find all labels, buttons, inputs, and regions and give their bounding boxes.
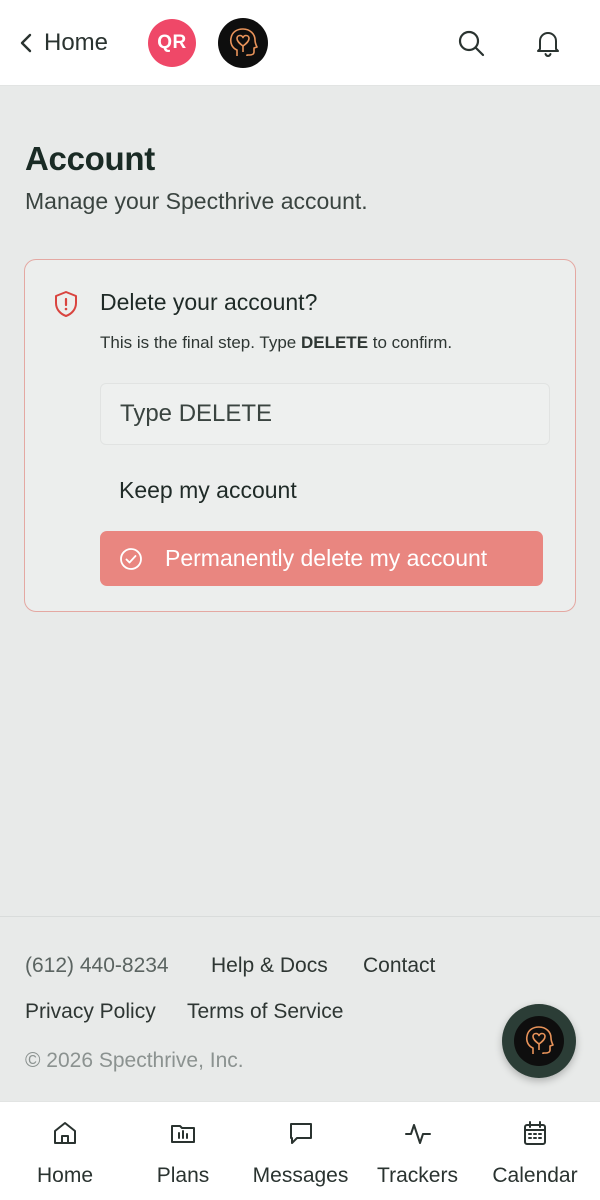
head-heart-icon (229, 28, 258, 56)
delete-confirm-input[interactable] (100, 383, 550, 445)
back-home-button[interactable]: Home (18, 24, 108, 62)
top-bar: Home QR (0, 0, 600, 86)
nav-home[interactable]: Home (20, 1102, 110, 1200)
check-circle-icon (120, 547, 142, 570)
footer-copyright: © 2026 Specthrive, Inc. (25, 1049, 244, 1072)
activity-icon (404, 1124, 431, 1144)
nav-messages[interactable]: Messages (243, 1102, 358, 1200)
folder-chart-icon (171, 1125, 195, 1143)
page-subtitle: Manage your Specthrive account. (25, 188, 368, 214)
chevron-left-icon (20, 33, 32, 53)
nav-home-label: Home (36, 1164, 94, 1187)
nav-calendar[interactable]: Calendar (485, 1102, 585, 1200)
footer-contact-link[interactable]: Contact (363, 954, 435, 978)
permanently-delete-button[interactable]: Permanently delete my account (100, 531, 543, 586)
calendar-icon (524, 1121, 546, 1145)
card-title: Delete your account? (100, 289, 318, 315)
bell-icon (537, 32, 559, 58)
nav-plans-label: Plans (156, 1164, 210, 1187)
assistant-fab[interactable] (502, 1004, 576, 1078)
desc-keyword: DELETE (300, 333, 369, 352)
fab-logo (514, 1016, 564, 1066)
footer-help-link[interactable]: Help & Docs (211, 954, 328, 978)
qr-badge[interactable]: QR (148, 19, 196, 67)
search-button[interactable] (454, 26, 488, 60)
footer-phone-link[interactable]: (612) 440-8234 (25, 954, 169, 978)
desc-suffix: to confirm. (368, 333, 453, 352)
delete-account-card: Delete your account? This is the final s… (24, 259, 576, 612)
desc-prefix: This is the final step. Type (100, 333, 301, 352)
nav-trackers[interactable]: Trackers (370, 1102, 465, 1200)
nav-plans[interactable]: Plans (138, 1102, 228, 1200)
chat-bubble-icon (289, 1123, 312, 1144)
keep-account-button[interactable]: Keep my account (100, 462, 400, 518)
nav-trackers-label: Trackers (377, 1164, 458, 1187)
card-description: This is the final step. Type DELETE to c… (100, 333, 452, 353)
notifications-button[interactable] (531, 26, 565, 60)
nav-calendar-label: Calendar (492, 1164, 578, 1187)
search-icon (458, 30, 485, 57)
head-heart-icon (525, 1026, 554, 1054)
footer-privacy-link[interactable]: Privacy Policy (25, 1000, 156, 1024)
nav-messages-label: Messages (252, 1164, 349, 1187)
delete-button-label: Permanently delete my account (165, 545, 488, 571)
bottom-nav: Home Plans Messages Trackers Calendar (0, 1101, 600, 1200)
shield-alert-icon (55, 291, 77, 317)
footer: (612) 440-8234 Help & Docs Contact Priva… (0, 916, 600, 1101)
footer-terms-link[interactable]: Terms of Service (187, 1000, 343, 1024)
brand-logo[interactable] (218, 18, 268, 68)
back-label: Home (44, 29, 109, 56)
home-icon (54, 1122, 76, 1144)
page-title: Account (25, 140, 155, 177)
